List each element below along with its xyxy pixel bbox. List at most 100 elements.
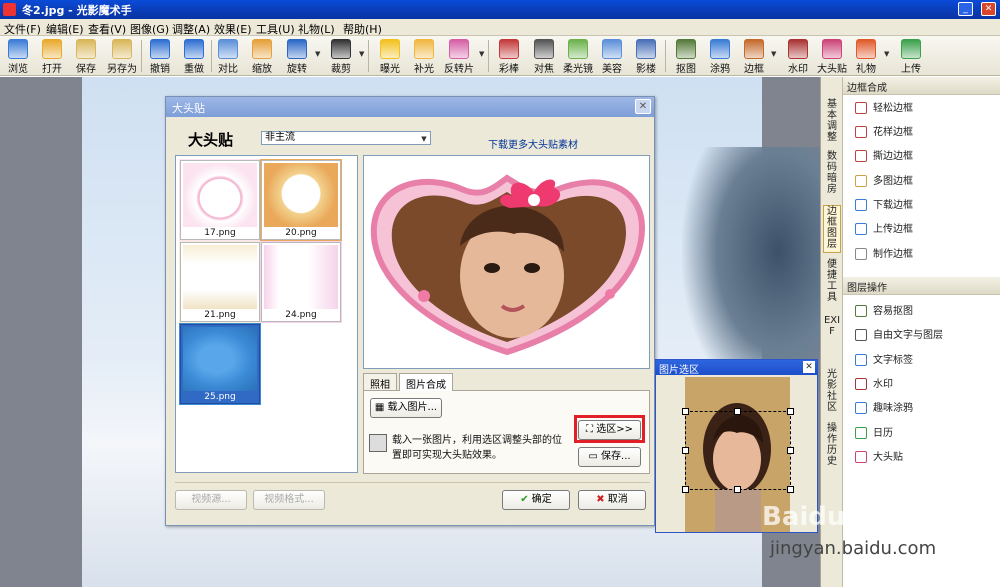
compare-button[interactable]: 对比 (210, 37, 246, 75)
tab-basic-adjust[interactable]: 基本调整 (823, 99, 841, 145)
tab-digital-darkroom[interactable]: 数码暗房 (823, 151, 841, 197)
download-more-link[interactable]: 下载更多大头贴素材 (488, 136, 578, 151)
save-as-button[interactable]: 另存为 (104, 37, 140, 75)
dialog-close-icon[interactable]: ✕ (635, 99, 651, 114)
menu-adjust[interactable]: 调整(A) (172, 21, 210, 37)
thumbnail-item-selected[interactable]: 25.png (179, 323, 261, 405)
cutout-button[interactable]: 抠图 (668, 37, 704, 75)
selection-handle[interactable] (682, 408, 689, 415)
tab-image-composite[interactable]: 图片合成 (399, 373, 453, 391)
image-icon: ▦ (374, 402, 388, 413)
cancel-button[interactable]: ✖ 取消 (578, 490, 646, 510)
tab-exif[interactable]: EXIF (823, 315, 841, 365)
open-button[interactable]: 打开 (34, 37, 70, 75)
selection-handle[interactable] (734, 486, 741, 493)
reversal-dropdown-icon[interactable]: ▼ (479, 50, 484, 58)
panel-item-upload-frame[interactable]: 上传边框 (855, 220, 913, 238)
thumbnail-item[interactable]: 17.png (179, 159, 261, 241)
tab-quick-tools[interactable]: 便捷工具 (823, 259, 841, 305)
undo-button[interactable]: 撤销 (142, 37, 178, 75)
panel-item-sticker-photo[interactable]: 大头贴 (855, 448, 903, 466)
tab-camera[interactable]: 照相 (363, 373, 397, 391)
panel-item-torn-frame[interactable]: 撕边边框 (855, 147, 913, 165)
thumbnail-item[interactable]: 21.png (179, 241, 261, 323)
redo-button[interactable]: 重做 (176, 37, 212, 75)
fill-light-button[interactable]: 补光 (406, 37, 442, 75)
sticker-photo-button[interactable]: 大头贴 (814, 37, 850, 75)
upload-button[interactable]: 上传 (893, 37, 929, 75)
zoom-button[interactable]: 缩放 (244, 37, 280, 75)
selection-handle[interactable] (787, 486, 794, 493)
ok-button[interactable]: ✔ 确定 (502, 490, 570, 510)
rotate-icon (287, 39, 307, 59)
exposure-button[interactable]: 曝光 (372, 37, 408, 75)
crop-button[interactable]: 裁剪 (323, 37, 359, 75)
menu-file[interactable]: 文件(F) (4, 21, 41, 37)
panel-item-download-frame[interactable]: 下载边框 (855, 196, 913, 214)
rotate-dropdown-icon[interactable]: ▼ (315, 50, 320, 58)
menu-image[interactable]: 图像(G) (130, 21, 169, 37)
menu-edit[interactable]: 编辑(E) (46, 21, 84, 37)
panel-item-cutout[interactable]: 容易抠图 (855, 302, 913, 320)
menu-tools[interactable]: 工具(U) (256, 21, 295, 37)
category-select[interactable]: 非主流 ▼ (261, 131, 431, 145)
highlight-box (574, 415, 645, 443)
frame-button[interactable]: 边框 (736, 37, 772, 75)
thumbnail-item[interactable]: 24.png (260, 241, 342, 323)
doodle-button[interactable]: 涂鸦 (702, 37, 738, 75)
video-source-button[interactable]: 视频源... (175, 490, 247, 510)
tab-frame-layer[interactable]: 边框图层 (823, 205, 841, 253)
watermark-button[interactable]: 水印 (780, 37, 816, 75)
save-button[interactable]: 保存 (68, 37, 104, 75)
load-image-button[interactable]: ▦ 载入图片... (370, 398, 442, 418)
video-format-button[interactable]: 视频格式... (253, 490, 325, 510)
selection-handle[interactable] (682, 486, 689, 493)
panel-item-text-layer[interactable]: 自由文字与图层 (855, 326, 943, 344)
panel-item-pattern-frame[interactable]: 花样边框 (855, 123, 913, 141)
crop-dropdown-icon[interactable]: ▼ (359, 50, 364, 58)
exposure-icon (380, 39, 400, 59)
panel-item-calendar[interactable]: 日历 (855, 424, 893, 442)
redo-icon (184, 39, 204, 59)
baidu-watermark: Baidu经验 (762, 502, 898, 532)
rotate-button[interactable]: 旋转 (279, 37, 315, 75)
selection-handle[interactable] (682, 447, 689, 454)
layer-section-header[interactable]: 图层操作 (843, 277, 1000, 295)
menu-gift[interactable]: 礼物(L) (298, 21, 335, 37)
panel-item-easy-frame[interactable]: 轻松边框 (855, 99, 913, 117)
selection-handle[interactable] (734, 408, 741, 415)
focus-button[interactable]: 对焦 (526, 37, 562, 75)
gift-dropdown-icon[interactable]: ▼ (884, 50, 889, 58)
save-composite-button[interactable]: ▭ 保存... (578, 447, 641, 467)
gift-button[interactable]: 礼物 (848, 37, 884, 75)
reversal-film-button[interactable]: 反转片 (441, 37, 477, 75)
close-icon[interactable]: ✕ (803, 361, 815, 373)
soft-light-button[interactable]: 柔光镜 (560, 37, 596, 75)
tab-community[interactable]: 光影社区 (823, 369, 841, 415)
selection-rectangle[interactable] (685, 411, 791, 490)
browse-button[interactable]: 浏览 (0, 37, 36, 75)
menu-view[interactable]: 查看(V) (88, 21, 126, 37)
minimize-icon[interactable]: _ (958, 2, 973, 16)
crop-icon (331, 39, 351, 59)
selection-handle[interactable] (787, 408, 794, 415)
tab-history[interactable]: 操作历史 (823, 423, 841, 469)
panel-item-make-frame[interactable]: 制作边框 (855, 245, 913, 263)
menu-help[interactable]: 帮助(H) (343, 21, 382, 37)
studio-button[interactable]: 影楼 (628, 37, 664, 75)
panel-item-watermark[interactable]: 水印 (855, 375, 893, 393)
panel-item-multi-frame[interactable]: 多图边框 (855, 172, 913, 190)
panel-item-doodle[interactable]: 趣味涂鸦 (855, 399, 913, 417)
panel-item-text-label[interactable]: 文字标签 (855, 351, 913, 369)
sticker-thumbnail-list[interactable]: 17.png 20.png 21.png 24.png 25.png (175, 155, 358, 473)
color-wand-button[interactable]: 彩棒 (491, 37, 527, 75)
beauty-button[interactable]: 美容 (594, 37, 630, 75)
selection-handle[interactable] (787, 447, 794, 454)
close-icon[interactable]: ✕ (981, 2, 996, 16)
menu-effect[interactable]: 效果(E) (214, 21, 252, 37)
sticker-frame-preview (264, 245, 338, 309)
thumbnail-item[interactable]: 20.png (260, 159, 342, 241)
frame-section-header[interactable]: 边框合成 (843, 77, 1000, 95)
watermark-icon (788, 39, 808, 59)
frame-dropdown-icon[interactable]: ▼ (771, 50, 776, 58)
